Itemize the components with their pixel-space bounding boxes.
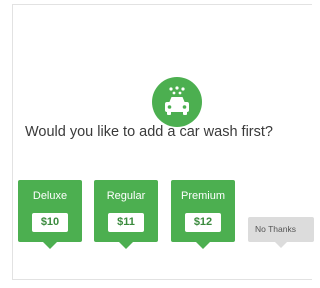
car-wash-icon — [152, 77, 202, 127]
option-name: Premium — [180, 190, 225, 202]
option-name: Deluxe — [32, 190, 68, 202]
deluxe-option-button[interactable]: Deluxe $10 — [18, 180, 82, 249]
regular-option-button[interactable]: Regular $11 — [94, 180, 158, 249]
option-price: $11 — [108, 213, 144, 232]
premium-option-button[interactable]: Premium $12 — [171, 180, 235, 249]
option-name: Regular — [106, 190, 146, 202]
no-thanks-button[interactable]: No Thanks — [248, 217, 314, 248]
car-wash-prompt: Would you like to add a car wash first? — [25, 124, 273, 140]
option-price: $10 — [32, 213, 68, 232]
option-price: $12 — [185, 213, 221, 232]
